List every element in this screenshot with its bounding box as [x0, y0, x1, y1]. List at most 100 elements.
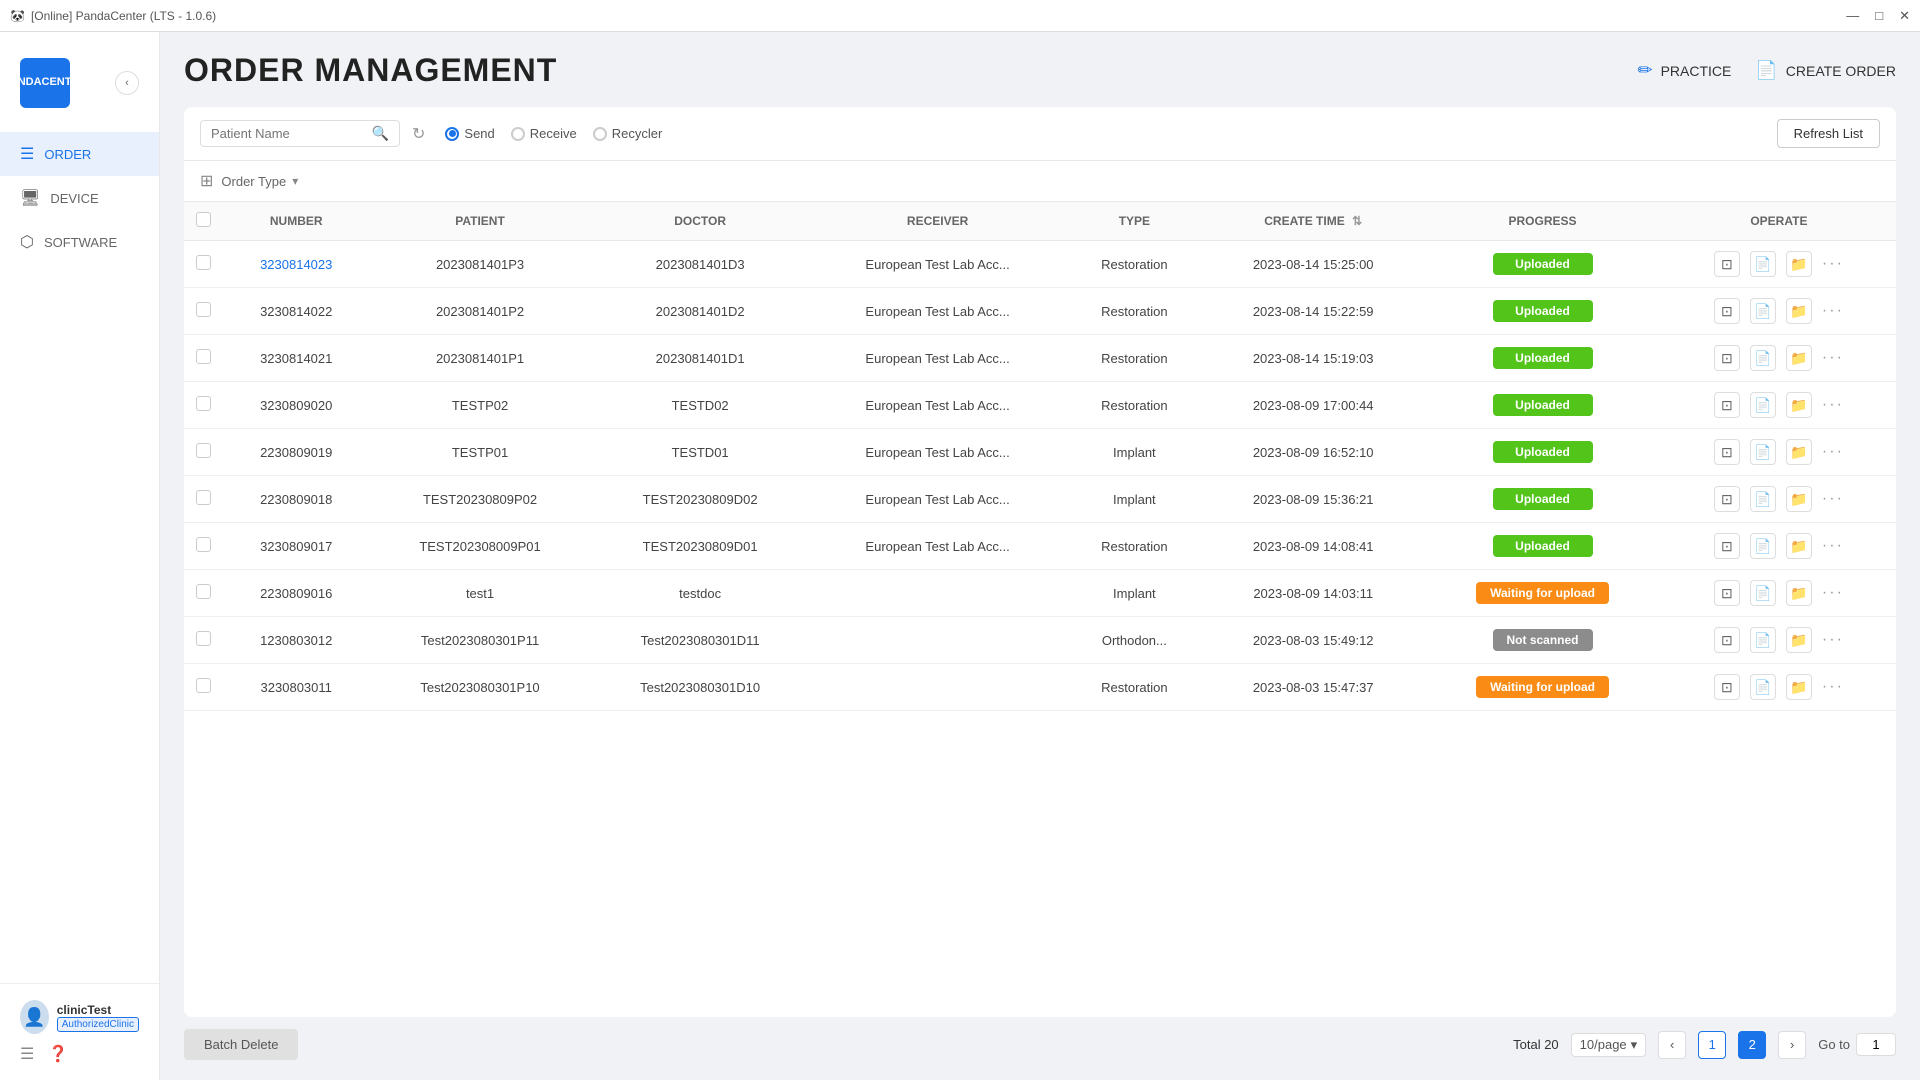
- goto-input[interactable]: [1856, 1033, 1896, 1056]
- cell-receiver: [810, 617, 1066, 664]
- sidebar-collapse-button[interactable]: ‹: [115, 71, 139, 95]
- folder-icon[interactable]: 📁: [1786, 345, 1812, 371]
- document-icon[interactable]: 📄: [1750, 392, 1776, 418]
- help-icon[interactable]: ❓: [48, 1044, 68, 1064]
- scan-icon[interactable]: ⊡: [1714, 533, 1740, 559]
- search-icon[interactable]: 🔍: [372, 125, 389, 142]
- scan-icon[interactable]: ⊡: [1714, 627, 1740, 653]
- col-number: NUMBER: [223, 202, 369, 241]
- per-page-select[interactable]: 10/page ▾: [1571, 1033, 1647, 1057]
- folder-icon[interactable]: 📁: [1786, 533, 1812, 559]
- create-order-button[interactable]: 📄 CREATE ORDER: [1755, 60, 1896, 81]
- sidebar-item-device[interactable]: 🖥 DEVICE: [0, 176, 159, 220]
- order-number: 2230809016: [260, 586, 332, 601]
- folder-icon[interactable]: 📁: [1786, 298, 1812, 324]
- menu-icon[interactable]: ☰: [20, 1044, 34, 1064]
- radio-send[interactable]: Send: [445, 126, 494, 141]
- more-options-button[interactable]: ···: [1822, 678, 1844, 696]
- radio-recycler[interactable]: Recycler: [593, 126, 663, 141]
- row-checkbox[interactable]: [196, 396, 211, 411]
- document-icon[interactable]: 📄: [1750, 345, 1776, 371]
- cell-patient: Test2023080301P10: [369, 664, 590, 711]
- search-input-wrap[interactable]: 🔍: [200, 120, 400, 147]
- cell-number: 2230809016: [223, 570, 369, 617]
- scan-icon[interactable]: ⊡: [1714, 486, 1740, 512]
- page-1-button[interactable]: 1: [1698, 1031, 1726, 1059]
- cell-number: 1230803012: [223, 617, 369, 664]
- refresh-list-button[interactable]: Refresh List: [1777, 119, 1880, 148]
- document-icon[interactable]: 📄: [1750, 674, 1776, 700]
- document-icon[interactable]: 📄: [1750, 439, 1776, 465]
- document-icon[interactable]: 📄: [1750, 251, 1776, 277]
- table-card: 🔍 ↻ Send Receive Recycler: [184, 107, 1896, 1017]
- row-checkbox[interactable]: [196, 490, 211, 505]
- cell-type: Implant: [1066, 476, 1204, 523]
- cell-doctor: Test2023080301D11: [591, 617, 810, 664]
- col-create-time[interactable]: CREATE TIME ⇅: [1203, 202, 1423, 241]
- row-checkbox[interactable]: [196, 255, 211, 270]
- practice-button[interactable]: ✏ PRACTICE: [1637, 60, 1731, 81]
- page-2-button[interactable]: 2: [1738, 1031, 1766, 1059]
- more-options-button[interactable]: ···: [1822, 443, 1844, 461]
- maximize-button[interactable]: □: [1875, 8, 1883, 24]
- order-number: 1230803012: [260, 633, 332, 648]
- progress-badge: Uploaded: [1493, 300, 1593, 322]
- more-options-button[interactable]: ···: [1822, 349, 1844, 367]
- row-checkbox[interactable]: [196, 678, 211, 693]
- cell-progress: Waiting for upload: [1423, 664, 1662, 711]
- row-checkbox[interactable]: [196, 443, 211, 458]
- more-options-button[interactable]: ···: [1822, 584, 1844, 602]
- search-input[interactable]: [211, 126, 366, 141]
- sidebar-item-order[interactable]: ☰ ORDER: [0, 132, 159, 176]
- scan-icon[interactable]: ⊡: [1714, 345, 1740, 371]
- folder-icon[interactable]: 📁: [1786, 627, 1812, 653]
- row-checkbox[interactable]: [196, 537, 211, 552]
- scan-icon[interactable]: ⊡: [1714, 580, 1740, 606]
- more-options-button[interactable]: ···: [1822, 631, 1844, 649]
- folder-icon[interactable]: 📁: [1786, 580, 1812, 606]
- scan-icon[interactable]: ⊡: [1714, 298, 1740, 324]
- scan-icon[interactable]: ⊡: [1714, 674, 1740, 700]
- document-icon[interactable]: 📄: [1750, 627, 1776, 653]
- radio-receive[interactable]: Receive: [511, 126, 577, 141]
- order-link[interactable]: 3230814023: [260, 257, 332, 272]
- refresh-icon[interactable]: ↻: [412, 124, 425, 144]
- row-checkbox[interactable]: [196, 584, 211, 599]
- folder-icon[interactable]: 📁: [1786, 439, 1812, 465]
- row-checkbox[interactable]: [196, 631, 211, 646]
- document-icon[interactable]: 📄: [1750, 486, 1776, 512]
- scan-icon[interactable]: ⊡: [1714, 251, 1740, 277]
- document-icon[interactable]: 📄: [1750, 533, 1776, 559]
- next-page-button[interactable]: ›: [1778, 1031, 1806, 1059]
- scan-icon[interactable]: ⊡: [1714, 439, 1740, 465]
- sidebar-item-software[interactable]: ⬡ SOFTWARE: [0, 220, 159, 264]
- more-options-button[interactable]: ···: [1822, 396, 1844, 414]
- close-button[interactable]: ✕: [1899, 8, 1910, 24]
- more-options-button[interactable]: ···: [1822, 490, 1844, 508]
- cell-operate: ⊡ 📄 📁 ···: [1662, 523, 1896, 570]
- select-all-checkbox[interactable]: [196, 212, 211, 227]
- folder-icon[interactable]: 📁: [1786, 674, 1812, 700]
- cell-progress: Uploaded: [1423, 382, 1662, 429]
- cell-patient: 2023081401P3: [369, 241, 590, 288]
- user-role: AuthorizedClinic: [57, 1017, 139, 1032]
- more-options-button[interactable]: ···: [1822, 302, 1844, 320]
- app-container: PANDA CENTER ‹ ☰ ORDER 🖥 DEVICE ⬡ SOFTWA…: [0, 32, 1920, 1080]
- order-type-select[interactable]: Order Type ▾: [221, 174, 298, 189]
- cell-type: Restoration: [1066, 241, 1204, 288]
- folder-icon[interactable]: 📁: [1786, 251, 1812, 277]
- scan-icon[interactable]: ⊡: [1714, 392, 1740, 418]
- document-icon[interactable]: 📄: [1750, 298, 1776, 324]
- cell-number: 3230814021: [223, 335, 369, 382]
- folder-icon[interactable]: 📁: [1786, 392, 1812, 418]
- prev-page-button[interactable]: ‹: [1658, 1031, 1686, 1059]
- more-options-button[interactable]: ···: [1822, 255, 1844, 273]
- row-checkbox[interactable]: [196, 349, 211, 364]
- create-order-icon: 📄: [1755, 60, 1777, 81]
- more-options-button[interactable]: ···: [1822, 537, 1844, 555]
- folder-icon[interactable]: 📁: [1786, 486, 1812, 512]
- row-checkbox[interactable]: [196, 302, 211, 317]
- batch-delete-button[interactable]: Batch Delete: [184, 1029, 298, 1060]
- document-icon[interactable]: 📄: [1750, 580, 1776, 606]
- minimize-button[interactable]: —: [1846, 8, 1859, 24]
